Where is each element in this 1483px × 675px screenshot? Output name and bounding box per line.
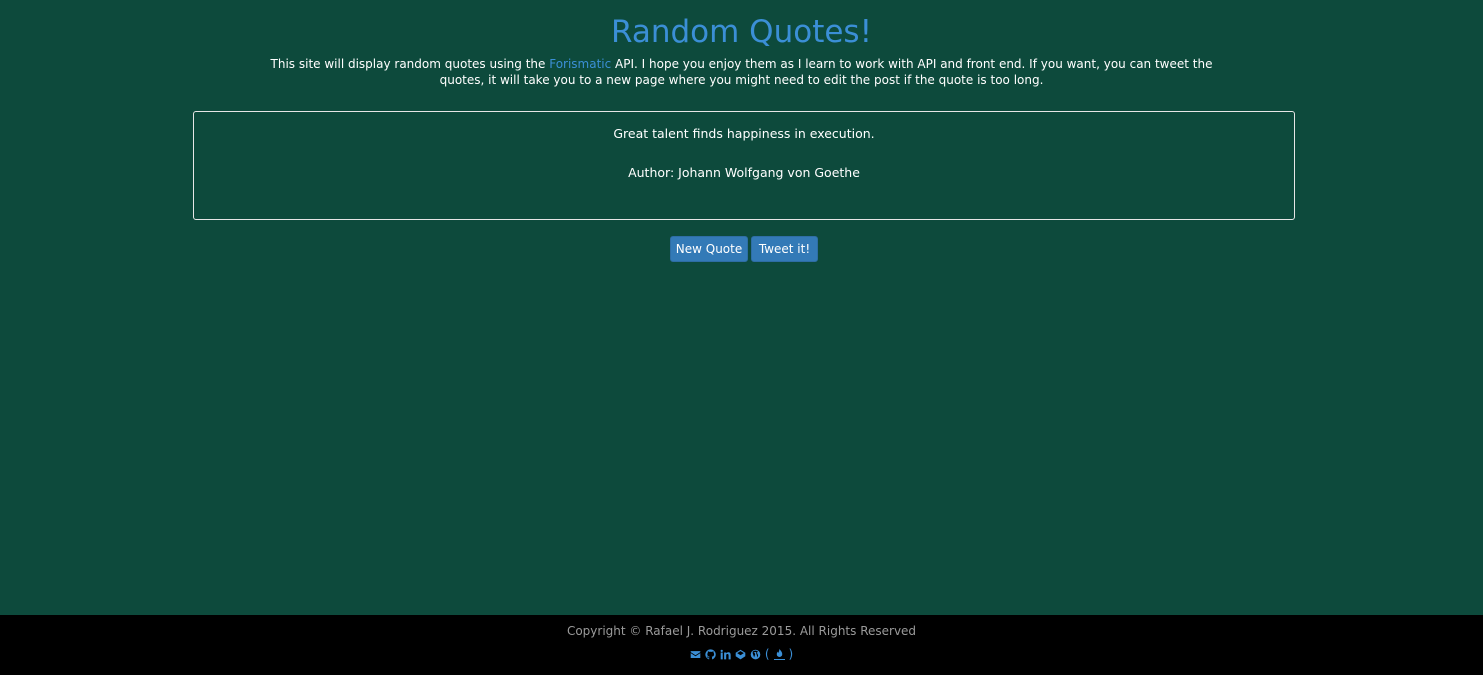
intro-text-before: This site will display random quotes usi… <box>270 57 550 71</box>
tweet-button[interactable]: Tweet it! <box>751 236 818 262</box>
linkedin-icon[interactable] <box>720 649 731 660</box>
github-icon[interactable] <box>705 648 716 660</box>
paren-open: ( <box>764 647 770 661</box>
social-links: ( ) <box>0 647 1483 661</box>
quote-box: Great talent finds happiness in executio… <box>193 111 1295 220</box>
page-title: Random Quotes! <box>610 14 873 50</box>
email-icon[interactable] <box>690 649 701 660</box>
footer: Copyright © Rafael J. Rodriguez 2015. Al… <box>0 615 1483 675</box>
new-quote-button[interactable]: New Quote <box>670 236 748 262</box>
page: Random Quotes! This site will display ra… <box>0 0 1483 675</box>
forismatic-link[interactable]: Forismatic <box>549 57 611 71</box>
fire-icon[interactable] <box>773 648 785 660</box>
copyright-text: Copyright © Rafael J. Rodriguez 2015. Al… <box>566 624 917 638</box>
intro-text: This site will display random quotes usi… <box>260 56 1223 88</box>
paren-close: ) <box>788 647 794 661</box>
codepen-icon[interactable] <box>735 649 746 660</box>
wordpress-icon[interactable] <box>750 649 761 660</box>
quote-author: Author: Johann Wolfgang von Goethe <box>628 165 860 180</box>
quote-text: Great talent finds happiness in executio… <box>613 126 875 141</box>
